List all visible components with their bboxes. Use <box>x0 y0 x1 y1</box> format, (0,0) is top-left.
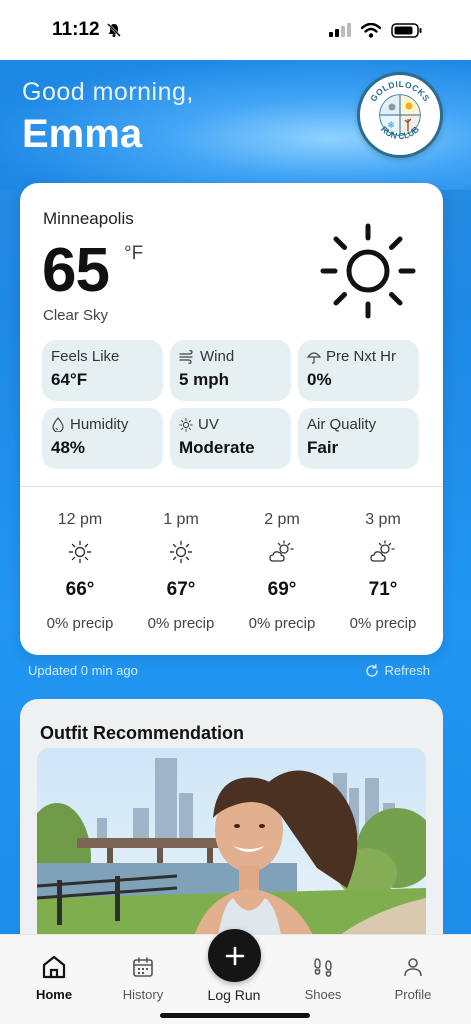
bell-muted-icon <box>106 23 121 37</box>
update-status-row: Updated 0 min ago Refresh <box>28 663 430 678</box>
header: Good morning, Emma ❄ GOLDILOCKS RUN CLUB <box>0 60 471 190</box>
feels-like-tile: Feels Like 64°F <box>42 340 163 401</box>
refresh-icon <box>366 663 379 677</box>
updated-text: Updated 0 min ago <box>28 663 138 678</box>
nav-label: Profile <box>394 987 432 1002</box>
refresh-label: Refresh <box>384 663 430 678</box>
logo-emblem: ❄ GOLDILOCKS RUN CLUB <box>363 78 437 152</box>
uv-tile: UV Moderate <box>170 408 291 469</box>
hour-time: 3 pm <box>365 511 401 528</box>
city-name: Minneapolis <box>43 209 134 228</box>
nav-home[interactable]: Home <box>14 953 94 1002</box>
weather-details-grid: Feels Like 64°F Wind 5 mph Pre Nxt Hr 0%… <box>42 340 420 469</box>
hourly-item: 3 pm 71° 0% precip <box>333 511 433 632</box>
tile-value: 64°F <box>51 370 88 389</box>
temperature-unit: °F <box>124 243 144 264</box>
tile-value: Moderate <box>179 438 255 457</box>
partly-cloudy-icon <box>370 540 395 562</box>
hour-temperature: 66° <box>65 579 95 600</box>
hourly-forecast: 12 pm 66° 0% precip 1 pm 67° 0% precip 2… <box>30 511 433 632</box>
hour-time: 12 pm <box>57 511 103 528</box>
refresh-button[interactable]: Refresh <box>365 663 430 678</box>
sun-icon <box>320 223 416 319</box>
status-time: 11:12 <box>52 19 100 40</box>
tile-label: Air Quality <box>307 416 377 433</box>
bottom-navigation: Home History Log Run Shoes Profile <box>0 929 471 1024</box>
battery-icon <box>391 22 422 38</box>
hour-temperature: 71° <box>368 579 398 600</box>
current-temperature: 65 <box>42 236 110 305</box>
tile-label: Pre Nxt Hr <box>326 348 397 365</box>
air-quality-tile: Air Quality Fair <box>298 408 419 469</box>
hourly-item: 2 pm 69° 0% precip <box>232 511 332 632</box>
user-name: Emma <box>22 112 143 156</box>
hour-precip: 0% precip <box>349 615 417 632</box>
hourly-item: 1 pm 67° 0% precip <box>131 511 231 632</box>
nav-label: Shoes <box>304 987 342 1002</box>
hour-precip: 0% precip <box>46 615 114 632</box>
greeting-text: Good morning, <box>22 78 194 106</box>
run-club-logo: ❄ GOLDILOCKS RUN CLUB <box>357 72 443 158</box>
weather-card: Minneapolis 65 °F Clear Sky Feels Like 6… <box>20 183 443 655</box>
umbrella-icon <box>307 351 321 364</box>
partly-cloudy-icon <box>269 540 294 562</box>
divider <box>20 486 443 487</box>
hour-precip: 0% precip <box>248 615 316 632</box>
plus-icon <box>225 946 244 965</box>
hour-time: 1 pm <box>163 511 199 528</box>
nav-shoes[interactable]: Shoes <box>283 953 363 1002</box>
person-icon <box>404 958 422 977</box>
nav-profile[interactable]: Profile <box>373 953 453 1002</box>
outfit-title: Outfit Recommendation <box>40 723 245 743</box>
nav-history[interactable]: History <box>103 953 183 1002</box>
status-bar: 11:12 <box>0 0 471 60</box>
droplet-icon <box>52 417 64 432</box>
home-icon <box>42 955 66 979</box>
hour-temperature: 67° <box>166 579 196 600</box>
wind-tile: Wind 5 mph <box>170 340 291 401</box>
tile-value: 5 mph <box>179 370 230 389</box>
tile-label: Humidity <box>70 416 129 433</box>
hour-precip: 0% precip <box>147 615 215 632</box>
sky-condition: Clear Sky <box>43 307 109 324</box>
tile-value: 48% <box>51 438 86 457</box>
footprints-icon <box>314 958 332 977</box>
tile-label: Feels Like <box>51 348 120 365</box>
precip-next-hour-tile: Pre Nxt Hr 0% <box>298 340 419 401</box>
calendar-icon <box>133 957 153 977</box>
hourly-item: 12 pm 66° 0% precip <box>30 511 130 632</box>
wind-icon <box>179 349 193 364</box>
sun-icon <box>169 540 193 564</box>
nav-label: Home <box>35 987 73 1002</box>
tile-label: UV <box>198 416 219 433</box>
log-run-button[interactable] <box>208 929 261 982</box>
hour-time: 2 pm <box>264 511 300 528</box>
tile-value: Fair <box>307 438 339 457</box>
nav-label: History <box>122 987 164 1002</box>
humidity-tile: Humidity 48% <box>42 408 163 469</box>
hour-temperature: 69° <box>267 579 297 600</box>
cellular-signal-icon <box>329 23 351 37</box>
tile-label: Wind <box>200 348 235 365</box>
sun-icon <box>179 417 193 432</box>
sun-icon <box>68 540 92 564</box>
log-run-label: Log Run <box>207 987 261 1003</box>
home-indicator <box>160 1013 310 1018</box>
tile-value: 0% <box>307 370 332 389</box>
wifi-icon <box>361 22 381 38</box>
